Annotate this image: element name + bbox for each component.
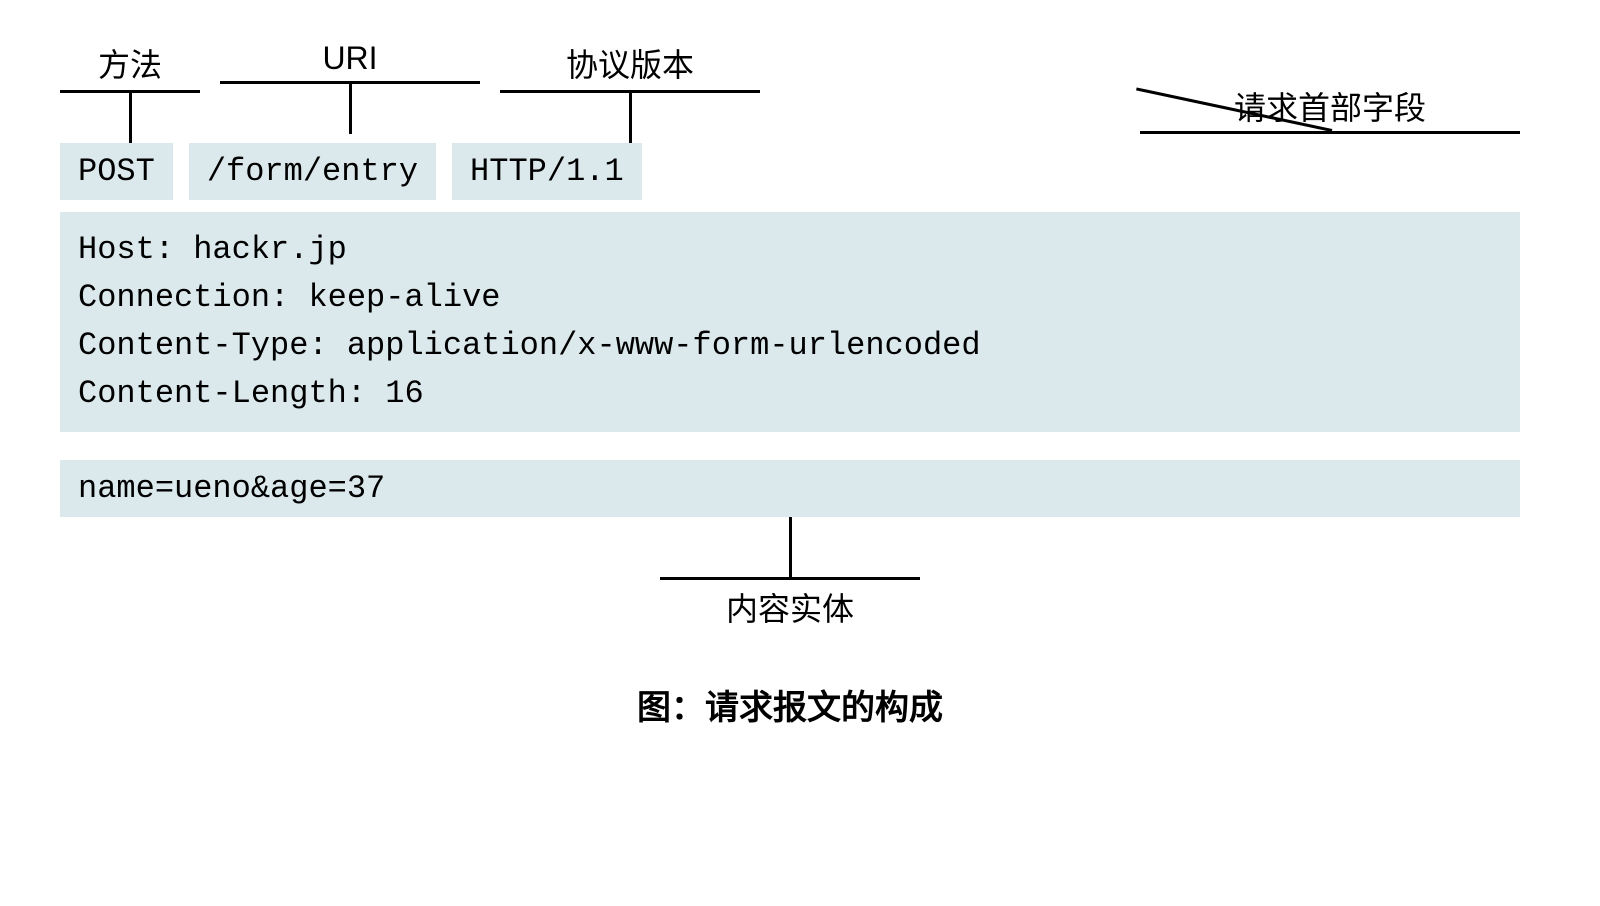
method-token: POST bbox=[60, 143, 173, 200]
protocol-token: HTTP/1.1 bbox=[452, 143, 642, 200]
method-label-group: 方法 bbox=[60, 40, 200, 143]
uri-token: /form/entry bbox=[189, 143, 436, 200]
body-label: 内容实体 bbox=[660, 580, 920, 630]
request-line-section: POST /form/entry HTTP/1.1 请求首部字段 bbox=[60, 143, 1520, 200]
method-connector bbox=[129, 93, 132, 143]
header-fields-label-group: 请求首部字段 bbox=[1140, 83, 1520, 134]
body-label-section: 内容实体 bbox=[60, 517, 1520, 630]
uri-label-group: URI bbox=[220, 40, 480, 143]
request-line-row: POST /form/entry HTTP/1.1 bbox=[60, 143, 1520, 200]
http-request-diagram: 方法 URI 协议版本 POST /form/entry HTTP/1.1 请求… bbox=[60, 40, 1520, 729]
header-fields-label: 请求首部字段 bbox=[1140, 83, 1520, 131]
uri-label: URI bbox=[322, 40, 377, 81]
method-label: 方法 bbox=[98, 40, 162, 90]
body-box: name=ueno&age=37 bbox=[60, 460, 1520, 517]
body-label-group: 内容实体 bbox=[660, 577, 920, 630]
figure-caption: 图：请求报文的构成 bbox=[60, 680, 1520, 729]
uri-connector bbox=[349, 84, 352, 134]
body-connector bbox=[789, 517, 792, 577]
protocol-connector bbox=[629, 93, 632, 143]
protocol-label-group: 协议版本 bbox=[500, 40, 760, 143]
headers-box: Host: hackr.jp Connection: keep-alive Co… bbox=[60, 212, 1520, 432]
protocol-label: 协议版本 bbox=[566, 40, 694, 90]
